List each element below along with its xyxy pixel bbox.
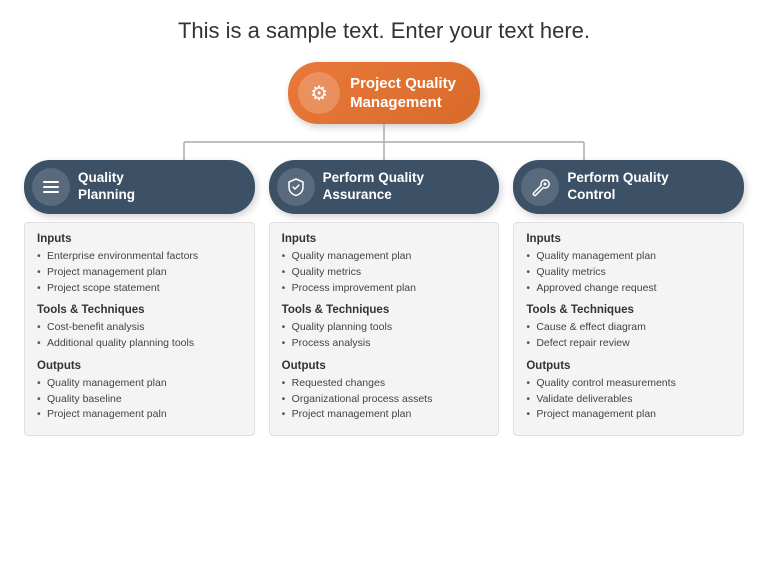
bullet-list-quality-planning-1: Cost-benefit analysisAdditional quality …: [37, 320, 242, 352]
list-item: Quality control measurements: [526, 376, 731, 392]
col-body-perform-quality-control: Inputs Quality management planQuality met…: [513, 222, 744, 436]
bullet-list-quality-planning-2: Quality management planQuality baselineP…: [37, 376, 242, 423]
list-item: Cause & effect diagram: [526, 320, 731, 336]
list-item: Approved change request: [526, 281, 731, 297]
section-title-perform-quality-assurance-0: Inputs: [282, 233, 487, 245]
bullet-list-perform-quality-assurance-0: Quality management planQuality metricsPr…: [282, 249, 487, 296]
list-item: Project management plan: [526, 407, 731, 423]
section-title-quality-planning-2: Outputs: [37, 360, 242, 372]
list-item: Process analysis: [282, 336, 487, 352]
gear-icon: ⚙: [298, 72, 340, 114]
col-header-label-perform-quality-assurance: Perform QualityAssurance: [323, 170, 424, 204]
section-title-perform-quality-control-0: Inputs: [526, 233, 731, 245]
col-header-perform-quality-assurance: Perform QualityAssurance: [269, 160, 500, 214]
column-perform-quality-control: Perform QualityControl Inputs Quality mana…: [513, 160, 744, 436]
list-item: Quality management plan: [526, 249, 731, 265]
col-header-icon-0: [32, 168, 70, 206]
list-item: Quality planning tools: [282, 320, 487, 336]
list-item: Quality management plan: [282, 249, 487, 265]
top-node: ⚙ Project Quality Management: [288, 62, 480, 124]
connector-lines: [84, 124, 684, 160]
bullet-list-perform-quality-control-2: Quality control measurementsValidate del…: [526, 376, 731, 423]
list-item: Cost-benefit analysis: [37, 320, 242, 336]
list-item: Quality metrics: [526, 265, 731, 281]
bullet-list-perform-quality-control-1: Cause & effect diagramDefect repair revi…: [526, 320, 731, 352]
list-item: Project management plan: [37, 265, 242, 281]
list-item: Quality management plan: [37, 376, 242, 392]
list-item: Quality metrics: [282, 265, 487, 281]
list-item: Enterprise environmental factors: [37, 249, 242, 265]
sample-text: This is a sample text. Enter your text h…: [24, 18, 744, 44]
bullet-list-perform-quality-control-0: Quality management planQuality metricsAp…: [526, 249, 731, 296]
section-title-perform-quality-control-1: Tools & Techniques: [526, 304, 731, 316]
list-item: Project scope statement: [37, 281, 242, 297]
list-item: Organizational process assets: [282, 392, 487, 408]
bullet-list-perform-quality-assurance-1: Quality planning toolsProcess analysis: [282, 320, 487, 352]
top-node-wrapper: ⚙ Project Quality Management: [84, 62, 684, 160]
list-item: Requested changes: [282, 376, 487, 392]
col-body-perform-quality-assurance: Inputs Quality management planQuality met…: [269, 222, 500, 436]
col-header-perform-quality-control: Perform QualityControl: [513, 160, 744, 214]
column-perform-quality-assurance: Perform QualityAssurance Inputs Quality ma…: [269, 160, 500, 436]
list-item: Process improvement plan: [282, 281, 487, 297]
list-item: Quality baseline: [37, 392, 242, 408]
top-node-label: Project Quality Management: [350, 74, 456, 113]
section-title-perform-quality-assurance-2: Outputs: [282, 360, 487, 372]
col-header-icon-2: [521, 168, 559, 206]
section-title-perform-quality-control-2: Outputs: [526, 360, 731, 372]
bullet-list-quality-planning-0: Enterprise environmental factorsProject …: [37, 249, 242, 296]
section-title-perform-quality-assurance-1: Tools & Techniques: [282, 304, 487, 316]
columns-row: QualityPlanning Inputs Enterprise environm…: [24, 160, 744, 436]
col-header-label-quality-planning: QualityPlanning: [78, 170, 135, 204]
section-title-quality-planning-0: Inputs: [37, 233, 242, 245]
column-quality-planning: QualityPlanning Inputs Enterprise environm…: [24, 160, 255, 436]
list-item: Defect repair review: [526, 336, 731, 352]
col-header-label-perform-quality-control: Perform QualityControl: [567, 170, 668, 204]
col-body-quality-planning: InputsEnterprise environmental factorsPr…: [24, 222, 255, 436]
col-header-icon-1: [277, 168, 315, 206]
col-header-quality-planning: QualityPlanning: [24, 160, 255, 214]
list-item: Project management paln: [37, 407, 242, 423]
section-title-quality-planning-1: Tools & Techniques: [37, 304, 242, 316]
list-item: Additional quality planning tools: [37, 336, 242, 352]
bullet-list-perform-quality-assurance-2: Requested changesOrganizational process …: [282, 376, 487, 423]
list-item: Project management plan: [282, 407, 487, 423]
list-item: Validate deliverables: [526, 392, 731, 408]
page-wrapper: This is a sample text. Enter your text h…: [0, 0, 768, 576]
